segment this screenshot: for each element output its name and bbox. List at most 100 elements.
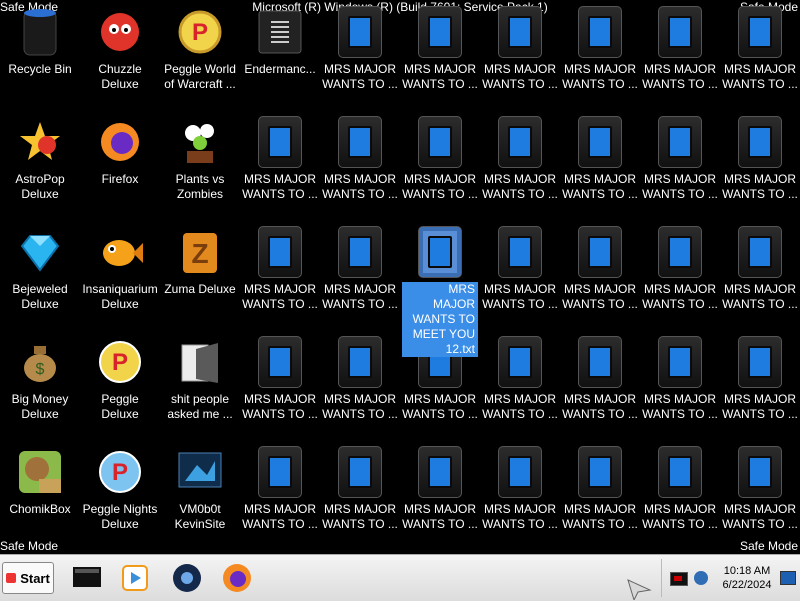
desktop-icon-label: MRS MAJOR WANTS TO ... xyxy=(642,502,718,531)
txt-file-icon xyxy=(574,336,626,388)
desktop-icon-grid: Recycle Bin AstroPop Deluxe Bejeweled De… xyxy=(0,4,800,544)
desktop-icon-mrs-major-txt[interactable]: MRS MAJOR WANTS TO ... xyxy=(640,114,720,224)
desktop-icon-mrs-major-txt[interactable]: MRS MAJOR WANTS TO ... xyxy=(480,4,560,114)
desktop-icon-label: MRS MAJOR WANTS TO ... xyxy=(482,392,558,421)
txt-file-icon xyxy=(654,226,706,278)
desktop-icon-label: Endermanc... xyxy=(244,62,316,76)
desktop-icon-bejeweled[interactable]: Bejeweled Deluxe xyxy=(0,224,80,334)
desktop-icon-mrs-major-txt[interactable]: MRS MAJOR WANTS TO ... xyxy=(320,4,400,114)
taskbar-app-media-player[interactable] xyxy=(118,561,152,595)
desktop-icon-mrs-major-txt[interactable]: MRS MAJOR WANTS TO ... xyxy=(640,224,720,334)
peggle-icon: P xyxy=(94,336,146,388)
desktop-icon-mrs-major-txt[interactable]: MRS MAJOR WANTS TO ... xyxy=(480,444,560,554)
txt-file-frame xyxy=(258,336,302,388)
desktop-icon-mrs-major-txt[interactable]: MRS MAJOR WANTS TO ... xyxy=(320,114,400,224)
clock[interactable]: 10:18 AM 6/22/2024 xyxy=(720,564,774,592)
txt-file-icon xyxy=(734,446,786,498)
desktop-icon-big-money[interactable]: $ Big Money Deluxe xyxy=(0,334,80,444)
desktop-icon-mrs-major-txt[interactable]: MRS MAJOR WANTS TO ... xyxy=(480,224,560,334)
desktop-icon-mrs-major-txt[interactable]: MRS MAJOR WANTS TO ... xyxy=(640,4,720,114)
desktop-icon-mrs-major-txt[interactable]: MRS MAJOR WANTS TO ... xyxy=(560,334,640,444)
desktop-icon-mrs-major-txt[interactable]: MRS MAJOR WANTS TO MEET YOU 12.txt xyxy=(400,224,480,357)
txt-file-screen xyxy=(348,126,372,158)
desktop-icon-mrs-major-txt[interactable]: MRS MAJOR WANTS TO ... xyxy=(320,224,400,334)
desktop-icon-peggle[interactable]: P Peggle Deluxe xyxy=(80,334,160,444)
txt-file-screen xyxy=(348,346,372,378)
desktop-icon-chomikbox[interactable]: ChomikBox xyxy=(0,444,80,554)
desktop-icon-astropop[interactable]: AstroPop Deluxe xyxy=(0,114,80,224)
desktop-icon-peggle-wow[interactable]: P Peggle World of Warcraft ... xyxy=(160,4,240,114)
txt-file-frame xyxy=(658,336,702,388)
mouse-cursor-icon xyxy=(627,579,652,600)
desktop-icon-mrs-major-txt[interactable]: MRS MAJOR WANTS TO ... xyxy=(640,334,720,444)
desktop-icon-chuzzle[interactable]: Chuzzle Deluxe xyxy=(80,4,160,114)
desktop-icon-mrs-major-txt[interactable]: MRS MAJOR WANTS TO ... xyxy=(720,334,800,444)
desktop-icon-label: MRS MAJOR WANTS TO ... xyxy=(482,282,558,311)
desktop-icon-label: Chuzzle Deluxe xyxy=(98,62,142,91)
globe-icon xyxy=(173,564,201,592)
desktop-icon-plants-vs-zombies[interactable]: Plants vs Zombies xyxy=(160,114,240,224)
desktop-icon-mrs-major-txt[interactable]: MRS MAJOR WANTS TO ... xyxy=(720,114,800,224)
txt-file-screen xyxy=(428,16,452,48)
desktop-icon-mrs-major-txt[interactable]: MRS MAJOR WANTS TO ... xyxy=(240,224,320,334)
txt-file-screen xyxy=(348,16,372,48)
desktop-icon-label: MRS MAJOR WANTS TO ... xyxy=(482,172,558,201)
astropop-icon xyxy=(14,116,66,168)
desktop-icon-mrs-major-txt[interactable]: MRS MAJOR WANTS TO ... xyxy=(400,4,480,114)
txt-file-icon xyxy=(334,226,386,278)
txt-file-frame xyxy=(658,116,702,168)
taskbar-app-firefox[interactable] xyxy=(220,561,254,595)
show-desktop-icon[interactable] xyxy=(780,571,796,585)
desktop-icon-firefox[interactable]: Firefox xyxy=(80,114,160,224)
desktop-icon-mrs-major-txt[interactable]: MRS MAJOR WANTS TO ... xyxy=(720,444,800,554)
clock-time: 10:18 AM xyxy=(723,565,771,577)
desktop-icon-mrs-major-txt[interactable]: MRS MAJOR WANTS TO ... xyxy=(240,444,320,554)
desktop-icon-label: shit people asked me ... xyxy=(167,392,233,421)
txt-file-screen xyxy=(748,346,772,378)
desktop-icon-label: MRS MAJOR WANTS TO ... xyxy=(642,172,718,201)
txt-file-icon xyxy=(494,446,546,498)
desktop-icon-mrs-major-txt[interactable]: MRS MAJOR WANTS TO ... xyxy=(560,444,640,554)
txt-file-icon xyxy=(254,116,306,168)
desktop-icon-label: MRS MAJOR WANTS TO ... xyxy=(562,62,638,91)
desktop-icon-endermanc[interactable]: Endermanc... xyxy=(240,4,320,114)
desktop-icon-zuma[interactable]: Z Zuma Deluxe xyxy=(160,224,240,334)
desktop-icon-label: MRS MAJOR WANTS TO ... xyxy=(722,392,798,421)
desktop-icon-mrs-major-txt[interactable]: MRS MAJOR WANTS TO ... xyxy=(480,334,560,444)
chuzzle-icon xyxy=(94,6,146,58)
desktop-icon-mrs-major-txt[interactable]: MRS MAJOR WANTS TO ... xyxy=(240,114,320,224)
desktop-icon-mrs-major-txt[interactable]: MRS MAJOR WANTS TO ... xyxy=(560,224,640,334)
network-icon[interactable] xyxy=(694,571,708,585)
desktop-icon-mrs-major-txt[interactable]: MRS MAJOR WANTS TO ... xyxy=(720,4,800,114)
desktop-icon-insaniquarium[interactable]: Insaniquarium Deluxe xyxy=(80,224,160,334)
taskbar-app-window[interactable] xyxy=(70,561,104,595)
insaniquarium-icon xyxy=(94,226,146,278)
desktop-icon-label: MRS MAJOR WANTS TO ... xyxy=(482,502,558,531)
txt-file-screen xyxy=(428,456,452,488)
desktop-icon-label: MRS MAJOR WANTS TO MEET YOU 12.txt xyxy=(402,282,478,357)
txt-file-icon xyxy=(654,446,706,498)
desktop-icon-folder[interactable]: shit people asked me ... xyxy=(160,334,240,444)
desktop-icon-mrs-major-txt[interactable]: MRS MAJOR WANTS TO ... xyxy=(640,444,720,554)
desktop-icon-vm-shortcut[interactable]: VM0b0t KevinSite xyxy=(160,444,240,554)
desktop-icon-mrs-major-txt[interactable]: MRS MAJOR WANTS TO ... xyxy=(320,444,400,554)
desktop-icon-mrs-major-txt[interactable]: MRS MAJOR WANTS TO ... xyxy=(560,4,640,114)
desktop-icon-mrs-major-txt[interactable]: MRS MAJOR WANTS TO ... xyxy=(480,114,560,224)
desktop-icon-mrs-major-txt[interactable]: MRS MAJOR WANTS TO ... xyxy=(320,334,400,444)
action-center-icon[interactable] xyxy=(670,572,688,586)
txt-file-icon xyxy=(734,336,786,388)
desktop-icon-mrs-major-txt[interactable]: MRS MAJOR WANTS TO ... xyxy=(400,114,480,224)
start-button[interactable]: Start xyxy=(2,562,54,594)
desktop-icon-peggle-nights[interactable]: P Peggle Nights Deluxe xyxy=(80,444,160,554)
desktop-icon-recycle-bin[interactable]: Recycle Bin xyxy=(0,4,80,114)
desktop-icon-mrs-major-txt[interactable]: MRS MAJOR WANTS TO ... xyxy=(720,224,800,334)
txt-file-frame xyxy=(658,226,702,278)
desktop-icon-label: MRS MAJOR WANTS TO ... xyxy=(722,172,798,201)
text-document-icon xyxy=(254,6,306,58)
taskbar-app-globe[interactable] xyxy=(170,561,204,595)
txt-file-frame xyxy=(418,116,462,168)
desktop-icon-label: MRS MAJOR WANTS TO ... xyxy=(722,62,798,91)
desktop-icon-mrs-major-txt[interactable]: MRS MAJOR WANTS TO ... xyxy=(400,444,480,554)
desktop-icon-mrs-major-txt[interactable]: MRS MAJOR WANTS TO ... xyxy=(560,114,640,224)
desktop-icon-mrs-major-txt[interactable]: MRS MAJOR WANTS TO ... xyxy=(240,334,320,444)
